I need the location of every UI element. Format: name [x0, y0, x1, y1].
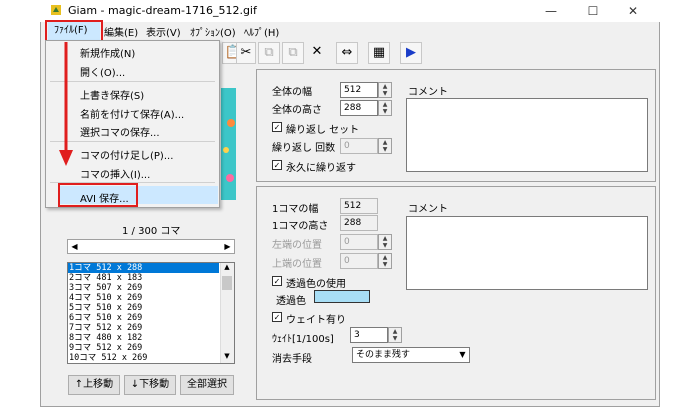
menu-new[interactable]: 新規作成(N)	[80, 45, 135, 60]
menu-edit[interactable]: 編集(E)	[104, 24, 138, 39]
cut-icon[interactable]: ✂	[236, 42, 256, 64]
move-up-button[interactable]: ↑上移動	[68, 375, 120, 395]
frame-left-field[interactable]: 0	[340, 234, 378, 250]
global-width-field[interactable]: 512	[340, 82, 378, 98]
avi-save-highlight	[58, 183, 138, 207]
scroll-down-icon[interactable]: ▼	[221, 352, 233, 362]
frame-comment-label: コメント	[408, 204, 448, 215]
wait-time-spinner[interactable]: ▲ ▼	[388, 327, 402, 343]
frame-left-label: 左端の位置	[272, 240, 322, 251]
global-width-spinner[interactable]: ▲ ▼	[378, 82, 392, 98]
list-item[interactable]: 7コマ 512 x 269	[69, 323, 219, 333]
loop-checkbox[interactable]: ✓	[272, 122, 282, 132]
wait-time-field[interactable]: 3	[350, 327, 388, 343]
menu-insert-frames[interactable]: コマの挿入(I)...	[80, 166, 150, 181]
menu-options[interactable]: ｵﾌﾟｼｮﾝ(O)	[190, 24, 236, 39]
fit-icon[interactable]: ⇔	[336, 42, 358, 64]
global-comment-field[interactable]	[406, 98, 648, 172]
list-item[interactable]: 1コマ 512 x 288	[69, 263, 219, 273]
merge-frames-icon[interactable]: ⧉	[258, 42, 280, 64]
list-item[interactable]: 6コマ 510 x 269	[69, 313, 219, 323]
forever-checkbox[interactable]: ✓	[272, 160, 282, 170]
grid-icon[interactable]: ▦	[368, 42, 390, 64]
list-item[interactable]: 10コマ 512 x 269	[69, 353, 219, 363]
transparent-label: 透過色の使用	[286, 279, 346, 290]
wait-time-label: ｳｪｲﾄ[1/100s]	[272, 334, 334, 345]
dispose-label: 消去手段	[272, 354, 312, 365]
delete-icon[interactable]: ✕	[306, 42, 328, 64]
app-icon	[50, 4, 62, 16]
minimize-button[interactable]: —	[540, 2, 562, 20]
frame-width-label: 1コマの幅	[272, 204, 319, 215]
global-height-field[interactable]: 288	[340, 100, 378, 116]
frame-height-label: 1コマの高さ	[272, 221, 329, 232]
menu-save-as[interactable]: 名前を付けて保存(A)...	[80, 106, 184, 121]
frame-comment-field[interactable]	[406, 216, 648, 290]
frame-top-field[interactable]: 0	[340, 253, 378, 269]
close-button[interactable]: ✕	[622, 2, 644, 20]
list-item[interactable]: 9コマ 512 x 269	[69, 343, 219, 353]
scroll-right-icon[interactable]: ▶	[221, 240, 234, 253]
frame-top-spinner[interactable]: ▲ ▼	[378, 253, 392, 269]
list-scroll-thumb[interactable]	[222, 276, 232, 290]
scroll-left-icon[interactable]: ◀	[68, 240, 81, 253]
frame-top-label: 上端の位置	[272, 259, 322, 270]
menu-open[interactable]: 開く(O)...	[80, 64, 125, 79]
frame-counter: 1 / 300 コマ	[122, 226, 181, 237]
frame-left-spinner[interactable]: ▲ ▼	[378, 234, 392, 250]
loop-count-spinner[interactable]: ▲ ▼	[378, 138, 392, 154]
list-item[interactable]: 3コマ 507 x 269	[69, 283, 219, 293]
transparent-checkbox[interactable]: ✓	[272, 276, 282, 286]
split-frames-icon[interactable]: ⧉	[282, 42, 304, 64]
menu-save-selected[interactable]: 選択コマの保存...	[80, 124, 160, 139]
play-icon[interactable]: ▶	[400, 42, 422, 64]
chevron-down-icon[interactable]: ▼	[456, 348, 469, 362]
global-comment-label: コメント	[408, 87, 448, 98]
list-item[interactable]: 8コマ 480 x 182	[69, 333, 219, 343]
global-width-label: 全体の幅	[272, 87, 312, 98]
frame-height-field: 288	[340, 215, 378, 231]
menu-save[interactable]: 上書き保存(S)	[80, 87, 144, 102]
menu-help[interactable]: ﾍﾙﾌﾟ(H)	[244, 24, 279, 39]
file-menu-highlight	[45, 20, 103, 42]
menu-view[interactable]: 表示(V)	[146, 24, 181, 39]
frame-preview	[221, 88, 236, 200]
transparent-color-swatch[interactable]	[314, 290, 370, 303]
menu-append-frames[interactable]: コマの付け足し(P)...	[80, 147, 173, 162]
arrow-annotation-icon	[56, 42, 76, 170]
loop-count-field[interactable]: 0	[340, 138, 378, 154]
window-title: Giam - magic-dream-1716_512.gif	[68, 4, 257, 17]
list-item[interactable]: 4コマ 510 x 269	[69, 293, 219, 303]
loop-count-label: 繰り返し 回数	[272, 143, 336, 154]
list-item[interactable]: 5コマ 510 x 269	[69, 303, 219, 313]
maximize-button[interactable]: ☐	[582, 2, 604, 20]
global-height-label: 全体の高さ	[272, 105, 322, 116]
forever-label: 永久に繰り返す	[286, 163, 356, 174]
wait-label: ウェイト有り	[286, 315, 346, 326]
move-down-button[interactable]: ↓下移動	[124, 375, 176, 395]
scroll-up-icon[interactable]: ▲	[221, 263, 233, 273]
list-item[interactable]: 2コマ 481 x 183	[69, 273, 219, 283]
transparent-color-label: 透過色	[276, 296, 306, 307]
dispose-select[interactable]: そのまま残す	[352, 347, 470, 363]
loop-label: 繰り返し セット	[286, 125, 360, 136]
frame-scrollbar[interactable]	[67, 239, 235, 254]
wait-checkbox[interactable]: ✓	[272, 312, 282, 322]
select-all-button[interactable]: 全部選択	[180, 375, 234, 395]
frame-width-field: 512	[340, 198, 378, 214]
dispose-value: そのまま残す	[356, 350, 411, 360]
global-height-spinner[interactable]: ▲ ▼	[378, 100, 392, 116]
